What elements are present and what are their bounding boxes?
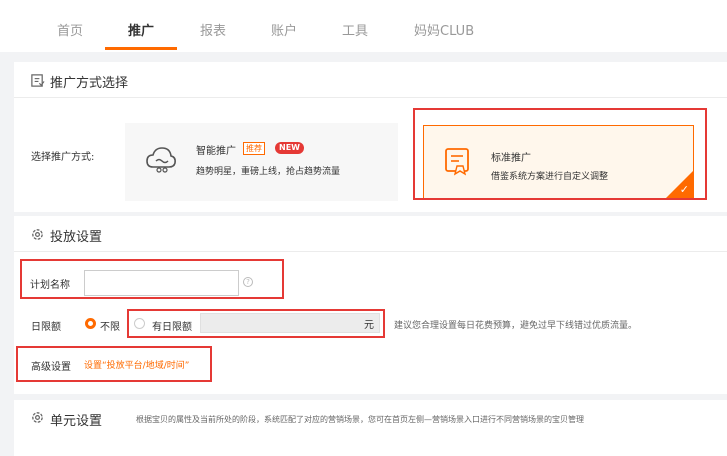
highlight-box-standard — [413, 108, 707, 200]
top-navigation: 首页 推广 报表 账户 工具 妈妈CLUB — [0, 0, 727, 52]
delivery-title: 投放设置 — [50, 230, 103, 245]
cloud-icon — [146, 147, 176, 173]
gear-icon — [32, 229, 43, 240]
daily-budget-label: 日限额 — [31, 322, 61, 333]
tab-mama-club[interactable]: 妈妈CLUB — [414, 20, 474, 39]
active-tab-indicator — [105, 47, 177, 50]
unit-gear-icon — [32, 412, 43, 423]
highlight-box-plan-name — [20, 259, 284, 299]
highlight-box-advanced — [16, 346, 212, 382]
tab-tools[interactable]: 工具 — [342, 20, 368, 39]
unit-settings-title: 单元设置 — [50, 414, 103, 429]
highlight-box-budget — [127, 309, 385, 338]
delivery-header: 投放设置 — [14, 216, 727, 252]
tab-home[interactable]: 首页 — [57, 20, 83, 39]
unit-settings-desc: 根据宝贝的属性及当前所处的阶段，系统匹配了对应的营销场景，您可在首页左侧—营销场… — [136, 415, 584, 424]
tab-account[interactable]: 账户 — [271, 20, 297, 39]
radio-unlimited-label: 不限 — [100, 322, 120, 333]
recommend-badge: 推荐 — [243, 142, 265, 155]
smart-promo-card[interactable]: 智能推广 推荐 NEW 趋势明星，重磅上线，抢占趋势流量 — [125, 123, 398, 201]
radio-unlimited[interactable] — [85, 318, 96, 329]
smart-promo-title: 智能推广 — [196, 146, 236, 157]
select-method-label: 选择推广方式: — [31, 152, 95, 163]
smart-promo-desc: 趋势明星，重磅上线，抢占趋势流量 — [196, 167, 341, 177]
promo-method-icon — [31, 74, 45, 87]
promo-method-header: 推广方式选择 — [14, 62, 727, 98]
promo-method-title: 推广方式选择 — [50, 76, 129, 91]
new-badge: NEW — [275, 142, 304, 154]
budget-hint: 建议您合理设置每日花费预算，避免过早下线错过优质流量。 — [394, 321, 638, 331]
tab-promotion[interactable]: 推广 — [128, 20, 154, 39]
tab-reports[interactable]: 报表 — [200, 20, 226, 39]
unit-settings-section: 单元设置 根据宝贝的属性及当前所处的阶段，系统匹配了对应的营销场景，您可在首页左… — [14, 400, 727, 456]
